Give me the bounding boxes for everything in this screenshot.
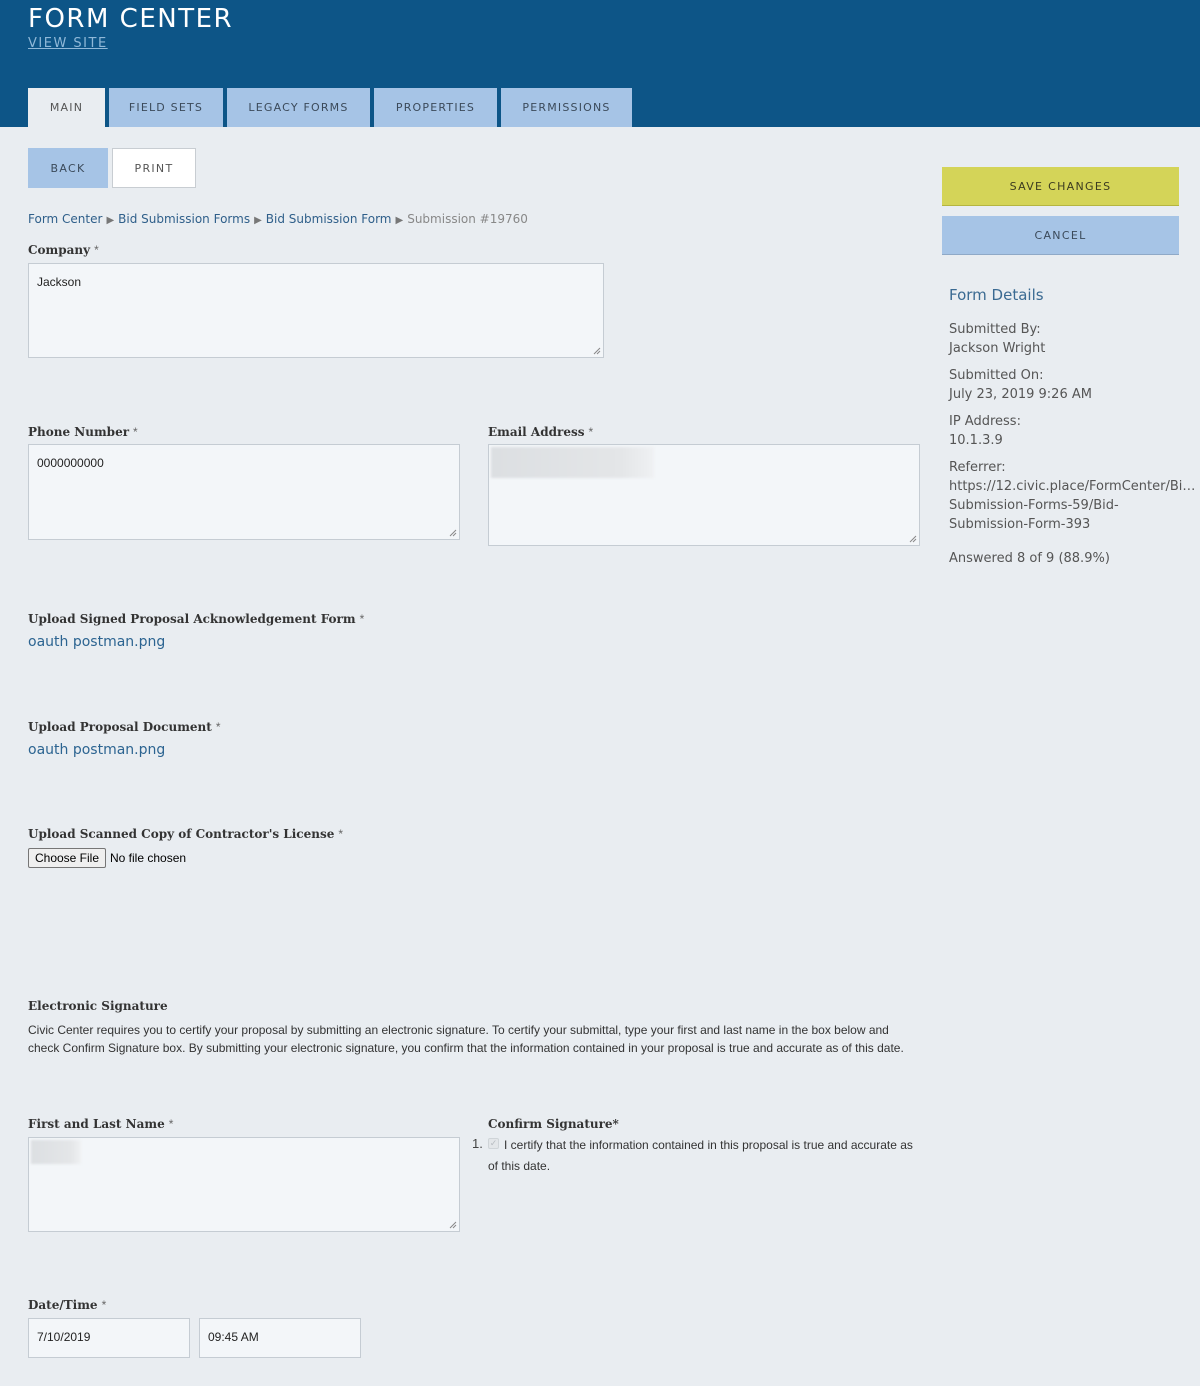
breadcrumb-separator-icon: ▶ <box>395 215 404 226</box>
required-mark: * <box>588 425 594 439</box>
date-field[interactable]: 7/10/2019 <box>28 1318 190 1358</box>
breadcrumb: Form Center ▶ Bid Submission Forms ▶ Bid Sub… <box>28 212 528 226</box>
name-field[interactable] <box>28 1137 460 1232</box>
ip-address-value: 10.1.3.9 <box>949 433 1003 448</box>
required-mark: * <box>359 612 365 626</box>
app-header: FORM CENTER VIEW SITE MAIN FIELD SETS LE… <box>0 0 1200 127</box>
upload-proposal-label: Upload Proposal Document * <box>28 720 221 734</box>
required-mark: * <box>338 827 344 841</box>
tab-permissions[interactable]: PERMISSIONS <box>501 88 632 127</box>
no-file-status: No file chosen <box>110 851 187 865</box>
tab-field-sets[interactable]: FIELD SETS <box>109 88 223 127</box>
breadcrumb-current: Submission #19760 <box>407 212 528 226</box>
referrer-line: Submission-Forms-59/Bid- <box>949 498 1119 513</box>
company-value: Jackson <box>37 275 82 289</box>
referrer-line: Submission-Form-393 <box>949 517 1091 532</box>
cancel-button[interactable]: CANCEL <box>942 216 1179 255</box>
form-details-title: Form Details <box>949 286 1044 304</box>
breadcrumb-separator-icon: ▶ <box>106 215 115 226</box>
required-mark: * <box>215 720 221 734</box>
view-site-link[interactable]: VIEW SITE <box>28 36 108 51</box>
resize-grip-icon[interactable] <box>909 535 917 543</box>
resize-grip-icon[interactable] <box>593 347 601 355</box>
checkmark-icon: ✓ <box>489 1138 498 1148</box>
company-field[interactable]: Jackson <box>28 263 604 358</box>
confirm-number: 1. <box>472 1136 483 1151</box>
confirm-checkbox[interactable]: ✓ <box>488 1138 499 1149</box>
email-field[interactable] <box>488 444 920 546</box>
upload-ack-label: Upload Signed Proposal Acknowledgement F… <box>28 612 365 626</box>
upload-proposal-file-link[interactable]: oauth postman.png <box>28 742 165 758</box>
esig-description: Civic Center requires you to certify you… <box>28 1023 904 1055</box>
required-mark: * <box>168 1117 174 1131</box>
breadcrumb-bid-submission-form[interactable]: Bid Submission Form <box>266 212 392 226</box>
company-label: Company * <box>28 243 99 257</box>
required-mark: * <box>133 425 138 439</box>
submitted-by-label: Submitted By: <box>949 322 1041 337</box>
breadcrumb-form-center[interactable]: Form Center <box>28 212 102 226</box>
time-field[interactable]: 09:45 AM <box>199 1318 361 1358</box>
required-mark: * <box>101 1298 107 1312</box>
tab-properties[interactable]: PROPERTIES <box>374 88 497 127</box>
name-label: First and Last Name * <box>28 1117 174 1131</box>
confirm-text: I certify that the information contained… <box>488 1138 913 1173</box>
esig-heading: Electronic Signature <box>28 999 168 1013</box>
email-label: Email Address * <box>488 425 594 439</box>
phone-value: 0000000000 <box>37 456 104 470</box>
answered-summary: Answered 8 of 9 (88.9%) <box>949 551 1110 566</box>
submitted-on-label: Submitted On: <box>949 368 1044 383</box>
required-mark: * <box>94 243 99 257</box>
submitted-by-value: Jackson Wright <box>949 341 1046 356</box>
phone-field[interactable]: 0000000000 <box>28 444 460 540</box>
upload-license-label: Upload Scanned Copy of Contractor's Lice… <box>28 827 344 841</box>
choose-file-button[interactable]: Choose File <box>28 848 106 868</box>
back-button[interactable]: BACK <box>28 148 108 188</box>
app-title: FORM CENTER <box>28 4 234 34</box>
referrer-line: https://12.civic.place/FormCenter/Bi… <box>949 479 1196 494</box>
resize-grip-icon[interactable] <box>449 1221 457 1229</box>
breadcrumb-separator-icon: ▶ <box>254 215 262 226</box>
resize-grip-icon[interactable] <box>449 529 457 537</box>
confirm-signature-label: Confirm Signature* <box>488 1117 619 1131</box>
referrer-label: Referrer: <box>949 460 1006 475</box>
breadcrumb-bid-submission-forms[interactable]: Bid Submission Forms <box>118 212 250 226</box>
date-value: 7/10/2019 <box>37 1330 91 1344</box>
redacted-name <box>31 1140 81 1164</box>
time-value: 09:45 AM <box>208 1330 259 1344</box>
tab-main[interactable]: MAIN <box>28 88 105 127</box>
print-button[interactable]: PRINT <box>112 148 196 188</box>
upload-ack-file-link[interactable]: oauth postman.png <box>28 634 165 650</box>
tab-legacy-forms[interactable]: LEGACY FORMS <box>227 88 370 127</box>
save-changes-button[interactable]: SAVE CHANGES <box>942 167 1179 206</box>
ip-address-label: IP Address: <box>949 414 1021 429</box>
submitted-on-value: July 23, 2019 9:26 AM <box>949 387 1092 402</box>
redacted-email <box>491 447 654 478</box>
phone-label: Phone Number * <box>28 425 138 439</box>
datetime-label: Date/Time * <box>28 1298 107 1312</box>
